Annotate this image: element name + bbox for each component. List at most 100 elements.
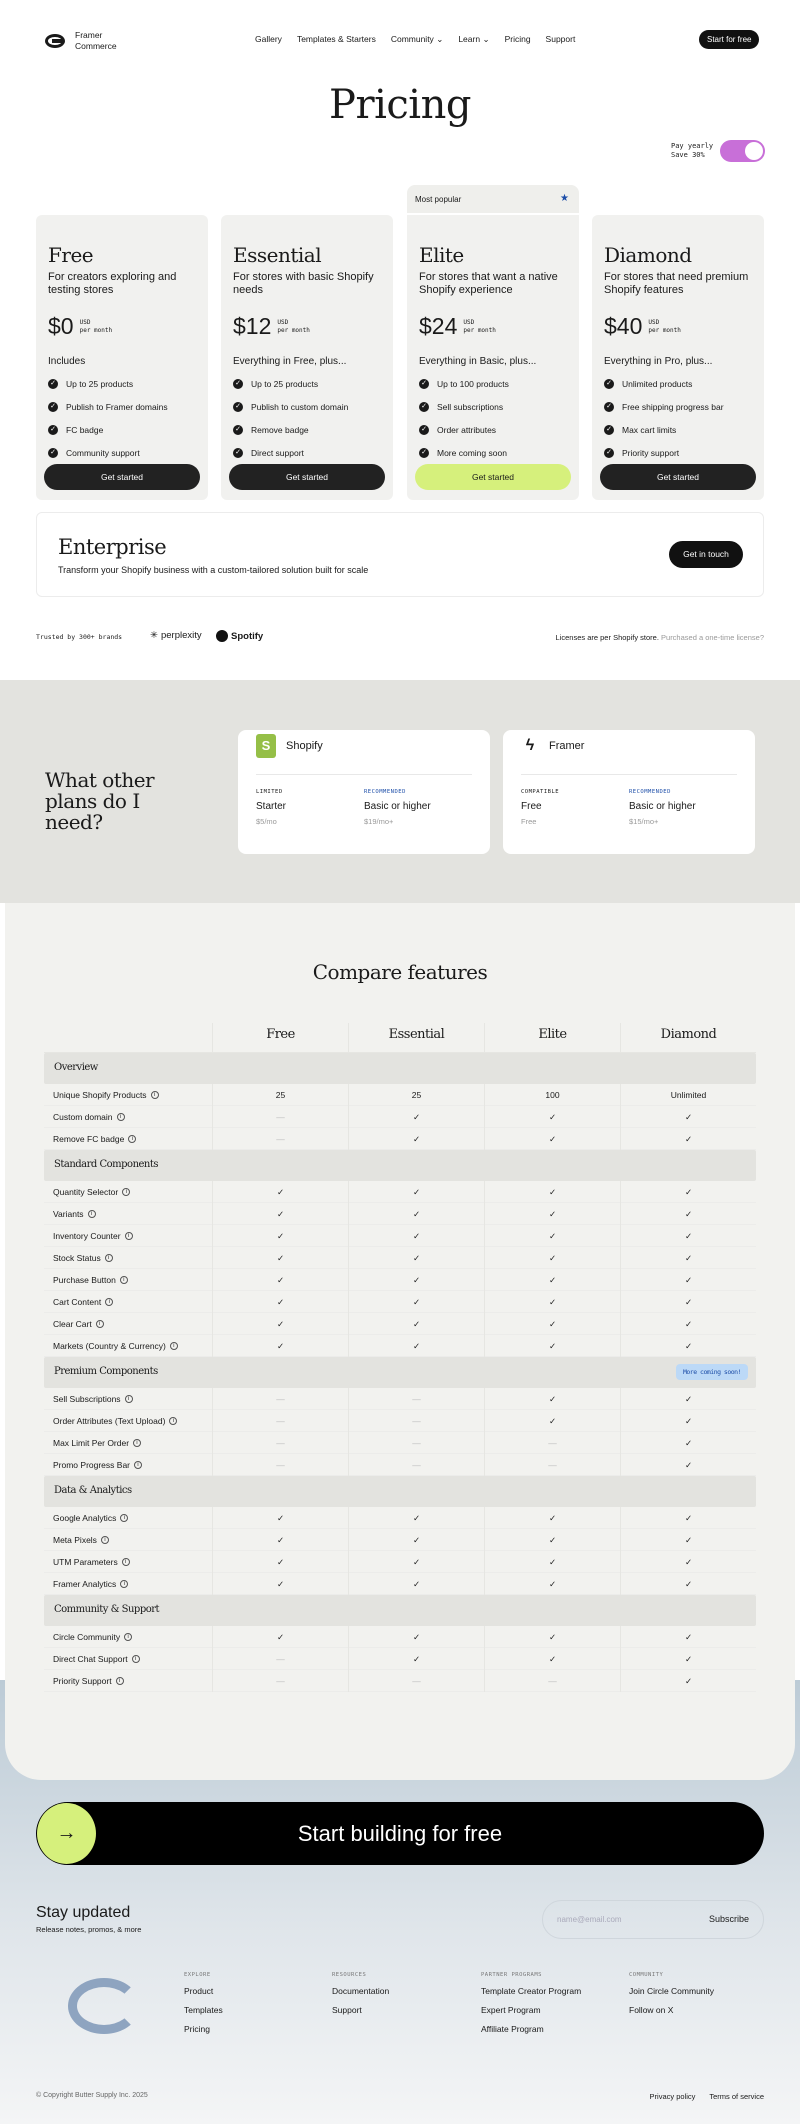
check-circle-icon: ✓ <box>48 401 58 412</box>
info-icon[interactable]: i <box>133 1438 142 1447</box>
feature-value: ✓ <box>484 1647 620 1670</box>
feature-value: ✓ <box>484 1572 620 1595</box>
footer-link[interactable]: Support <box>332 2005 389 2015</box>
plan-feature: ✓ Unlimited products <box>604 377 752 390</box>
plan-feature: ✓ Sell subscriptions <box>419 400 567 413</box>
feature-name: Circle Community <box>53 1631 121 1642</box>
nav-links: Gallery Templates & Starters Community ⌄… <box>255 34 575 45</box>
compare-table: Free Essential Elite Diamond Overview Uni… <box>44 1023 756 1692</box>
footer-link[interactable]: Expert Program <box>481 2005 581 2015</box>
one-time-license-link[interactable]: Purchased a one-time license? <box>661 633 764 642</box>
privacy-policy-link[interactable]: Privacy policy <box>650 2092 696 2101</box>
plan-includes: Everything in Basic, plus... <box>419 356 537 367</box>
info-icon[interactable]: i <box>104 1253 113 1262</box>
yearly-billing-toggle[interactable] <box>720 140 765 162</box>
info-icon[interactable]: i <box>131 1654 140 1663</box>
column-header: Essential <box>348 1023 484 1052</box>
check-circle-icon: ✓ <box>48 447 58 458</box>
feature-value: — <box>348 1431 484 1454</box>
info-icon[interactable]: i <box>119 1275 128 1284</box>
info-icon[interactable]: i <box>124 1231 133 1240</box>
table-row: Max Limit Per Order i — — — ✓ <box>44 1431 756 1454</box>
table-row: Inventory Counter i ✓ ✓ ✓ ✓ <box>44 1224 756 1247</box>
info-icon[interactable]: i <box>105 1297 114 1306</box>
feature-value: ✓ <box>484 1268 620 1291</box>
feature-value: — <box>484 1669 620 1692</box>
feature-value: ✓ <box>484 1180 620 1203</box>
get-started-button-diamond[interactable]: Get started <box>600 464 756 490</box>
table-row: Direct Chat Support i — ✓ ✓ ✓ <box>44 1647 756 1670</box>
footer-link[interactable]: Template Creator Program <box>481 1986 581 1996</box>
brand-logo[interactable]: Framer Commerce <box>45 30 117 52</box>
nav-link-pricing[interactable]: Pricing <box>505 34 531 45</box>
plan-feature: ✓ More coming soon <box>419 446 567 459</box>
section-header: Premium Components More coming soon! <box>44 1357 756 1388</box>
info-icon[interactable]: i <box>150 1090 159 1099</box>
plan-price: $12 <box>233 313 272 339</box>
table-row: Circle Community i ✓ ✓ ✓ ✓ <box>44 1625 756 1648</box>
feature-value: — <box>348 1453 484 1476</box>
terms-of-service-link[interactable]: Terms of service <box>709 2092 764 2101</box>
subscribe-button[interactable]: Subscribe <box>709 1914 749 1924</box>
feature-name: Meta Pixels <box>53 1534 97 1545</box>
get-started-button-free[interactable]: Get started <box>44 464 200 490</box>
info-icon[interactable]: i <box>116 1112 125 1121</box>
info-icon[interactable]: i <box>122 1187 131 1196</box>
nav-link-support[interactable]: Support <box>546 34 576 45</box>
get-started-button-elite[interactable]: Get started <box>415 464 571 490</box>
footer-link[interactable]: Follow on X <box>629 2005 714 2015</box>
feature-value: 25 <box>212 1083 348 1106</box>
feature-value: ✓ <box>348 1202 484 1225</box>
info-icon[interactable]: i <box>121 1557 130 1566</box>
plan-feature: ✓ Max cart limits <box>604 423 752 436</box>
plan-feature: ✓ Publish to Framer domains <box>48 400 196 413</box>
info-icon[interactable]: i <box>134 1460 142 1469</box>
plan-feature: ✓ Up to 25 products <box>48 377 196 390</box>
footer-link[interactable]: Join Circle Community <box>629 1986 714 1996</box>
footer-link[interactable]: Affiliate Program <box>481 2024 581 2034</box>
info-icon[interactable]: i <box>87 1209 96 1218</box>
feature-value: ✓ <box>484 1528 620 1551</box>
info-icon[interactable]: i <box>95 1319 104 1328</box>
trusted-label: Trusted by 300+ brands <box>36 633 123 641</box>
start-for-free-button[interactable]: Start for free <box>699 30 760 49</box>
feature-value: — <box>212 1453 348 1476</box>
footer-link[interactable]: Templates <box>184 2005 223 2015</box>
info-icon[interactable]: i <box>124 1394 133 1403</box>
check-circle-icon: ✓ <box>419 424 429 435</box>
feature-value: — <box>212 1431 348 1454</box>
chevron-down-icon: ⌄ <box>436 34 444 44</box>
info-icon[interactable]: i <box>124 1632 133 1641</box>
feature-value: — <box>484 1453 620 1476</box>
feature-name: Stock Status <box>53 1252 101 1263</box>
feature-value: ✓ <box>348 1334 484 1357</box>
feature-value: ✓ <box>212 1202 348 1225</box>
get-started-button-essential[interactable]: Get started <box>229 464 385 490</box>
nav-link-gallery[interactable]: Gallery <box>255 34 282 45</box>
nav-link-learn[interactable]: Learn ⌄ <box>458 34 489 45</box>
footer-link[interactable]: Documentation <box>332 1986 389 1996</box>
info-icon[interactable]: i <box>120 1513 129 1522</box>
start-building-cta[interactable]: Start building for free → <box>36 1802 764 1865</box>
feature-value: ✓ <box>348 1647 484 1670</box>
feature-name: Cart Content <box>53 1296 102 1307</box>
info-icon[interactable]: i <box>120 1579 129 1588</box>
feature-value: — <box>212 1669 348 1692</box>
nav-link-templates[interactable]: Templates & Starters <box>297 34 376 45</box>
info-icon[interactable]: i <box>100 1535 109 1544</box>
feature-value: — <box>348 1669 484 1692</box>
coming-soon-badge: More coming soon! <box>675 1364 748 1380</box>
plan-feature: ✓ Remove badge <box>233 423 381 436</box>
info-icon[interactable]: i <box>128 1134 137 1143</box>
info-icon[interactable]: i <box>115 1676 124 1685</box>
get-in-touch-button[interactable]: Get in touch <box>669 541 743 568</box>
nav-link-community[interactable]: Community ⌄ <box>391 34 443 45</box>
footer-link[interactable]: Product <box>184 1986 223 1996</box>
table-row: Clear Cart i ✓ ✓ ✓ ✓ <box>44 1312 756 1335</box>
info-icon[interactable]: i <box>169 1341 178 1350</box>
feature-value: ✓ <box>484 1387 620 1410</box>
feature-name: Remove FC badge <box>53 1133 125 1144</box>
footer-link[interactable]: Pricing <box>184 2024 223 2034</box>
email-input[interactable]: name@email.com <box>557 1915 622 1924</box>
info-icon[interactable]: i <box>169 1416 178 1425</box>
